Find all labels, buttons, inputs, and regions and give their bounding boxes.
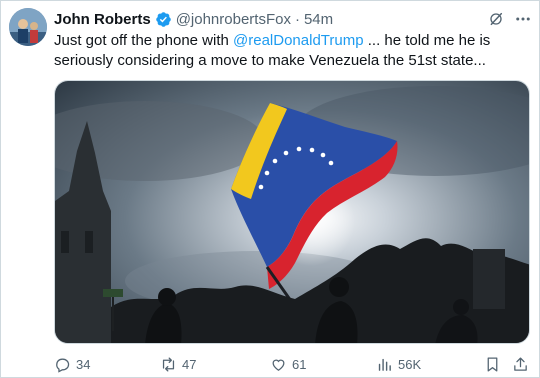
verified-badge-icon xyxy=(155,11,171,27)
reply-button[interactable]: 34 xyxy=(54,356,90,373)
like-icon xyxy=(272,359,285,371)
views-icon xyxy=(378,358,391,371)
bookmark-button[interactable] xyxy=(484,356,501,373)
reply-count: 34 xyxy=(76,357,91,372)
retweet-count: 47 xyxy=(182,357,197,372)
timestamp[interactable]: 54m xyxy=(304,11,333,28)
separator-dot: · xyxy=(294,10,300,28)
tweet-media-photo[interactable] xyxy=(54,80,530,344)
views-button[interactable]: 56K xyxy=(376,356,421,373)
bookmark-icon xyxy=(487,357,498,372)
mention-link[interactable]: @realDonaldTrump xyxy=(233,32,364,49)
tweet-text: Just got off the phone with @realDonaldT… xyxy=(54,31,524,71)
more-icon[interactable] xyxy=(514,10,532,28)
avatar[interactable] xyxy=(9,8,47,46)
share-button[interactable] xyxy=(512,356,529,373)
tweet-actions: 34 47 61 56K xyxy=(54,356,534,376)
tweet-text-start: Just got off the phone with xyxy=(54,32,234,49)
like-count: 61 xyxy=(292,357,307,372)
like-button[interactable]: 61 xyxy=(270,356,306,373)
tweet-header: John Roberts @johnrobertsFox · 54m xyxy=(54,9,333,29)
author-handle[interactable]: @johnrobertsFox xyxy=(176,11,291,28)
author-name[interactable]: John Roberts xyxy=(54,11,151,28)
grok-icon[interactable] xyxy=(488,11,504,27)
retweet-button[interactable]: 47 xyxy=(160,356,196,373)
retweet-icon xyxy=(162,357,175,372)
reply-icon xyxy=(56,358,70,373)
share-icon xyxy=(514,357,527,371)
views-count: 56K xyxy=(398,357,422,372)
